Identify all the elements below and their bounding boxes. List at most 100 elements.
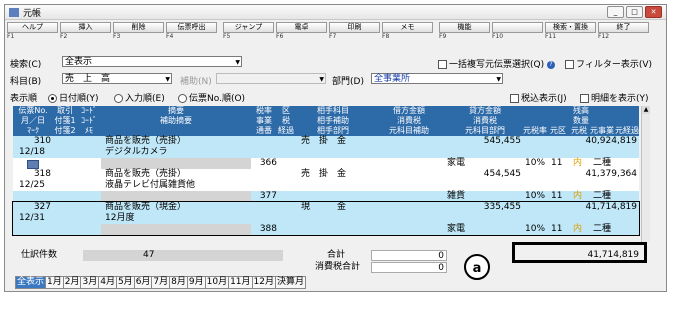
table-row-selected[interactable]: 327 商品を販売（現金） 現 金 335,455 41,714,819 12/…: [12, 201, 640, 236]
display-order-label: 表示順: [10, 94, 38, 104]
tax-included-label: 税込表示(J): [521, 94, 567, 104]
f7-print-button[interactable]: 印刷: [329, 22, 380, 33]
order-slip-radio[interactable]: 伝票No.順(O): [178, 91, 245, 104]
tab-may[interactable]: 5月: [116, 276, 135, 289]
f1-help-button[interactable]: ヘルプ: [7, 22, 58, 33]
f5-jump-button[interactable]: ジャンプ: [223, 22, 274, 33]
header-sub-summary: 補助摘要: [160, 116, 192, 125]
maximize-button[interactable]: □: [626, 6, 643, 18]
orig-tax-type: 内: [573, 158, 583, 168]
entry-date: 12/31: [19, 213, 45, 223]
header-orig-sub: 元科目補助: [389, 126, 429, 135]
grid-header: 伝票No. 取引 ｺｰﾄﾞ 摘要 税率 区 相手科目 借方金額 貸方金額 残高 …: [13, 106, 639, 136]
header-row-2: 月／日 付箋1 ｺｰﾄﾞ 補助摘要 事業 税 相手補助 消費税 消費税 数量: [13, 116, 639, 126]
header-orig-div: 元区: [550, 126, 566, 135]
department-select[interactable]: 全事業所 ▼: [371, 73, 503, 84]
filter-display-checkbox[interactable]: フィルター表示(V): [565, 57, 652, 70]
order-date-radio[interactable]: 日付順(Y): [48, 91, 99, 104]
header-debit-tax: 消費税: [397, 116, 421, 125]
ledger-grid: 伝票No. 取引 ｺｰﾄﾞ 摘要 税率 区 相手科目 借方金額 貸方金額 残高 …: [12, 106, 640, 236]
app-icon: [9, 7, 19, 17]
header-row-1: 伝票No. 取引 ｺｰﾄﾞ 摘要 税率 区 相手科目 借方金額 貸方金額 残高: [13, 106, 639, 116]
tab-jun[interactable]: 6月: [134, 276, 153, 289]
header-code2: ｺｰﾄﾞ: [81, 116, 97, 125]
window-title: 元帳: [23, 8, 42, 19]
month-tabs: 全表示 1月 2月 3月 4月 5月 6月 7月 8月 9月 10月 11月 1…: [15, 276, 306, 289]
close-button[interactable]: ✕: [645, 6, 662, 18]
order-input-radio[interactable]: 入力順(E): [114, 91, 165, 104]
header-partner-dept: 相手部門: [317, 126, 349, 135]
tab-apr[interactable]: 4月: [99, 276, 117, 289]
tab-all[interactable]: 全表示: [15, 276, 47, 289]
summary-text: 商品を販売（売掛）: [105, 136, 187, 146]
tax-total-field: 0: [371, 262, 447, 273]
header-slip-no: 伝票No.: [18, 106, 48, 115]
sub-account-label: 補助(N): [180, 77, 212, 87]
header-orig-tax: 元税: [571, 126, 587, 135]
serial-number: 388: [259, 224, 277, 234]
header-row-3: ﾏｰｸ 付箋2 ﾒﾓ 通番 経過 相手部門 元科目補助 元科目部門 元税率 元区…: [13, 126, 639, 136]
header-orig-business: 元事業: [590, 126, 614, 135]
function-key-bar: ヘルプ F1 挿入 F2 削除 F3 伝票呼出 F4 ジャンプ F5 電卓 F6 印刷 F7 …: [5, 20, 666, 40]
f6-key-label: F6: [276, 33, 284, 40]
tab-dec[interactable]: 12月: [252, 276, 276, 289]
f11-search-replace-button[interactable]: 検索・置換: [545, 22, 596, 33]
f8-memo-button[interactable]: メモ: [382, 22, 433, 33]
tab-feb[interactable]: 2月: [63, 276, 82, 289]
chevron-down-icon: ▼: [165, 76, 170, 83]
tab-closing[interactable]: 決算月: [275, 276, 306, 289]
filter-display-label: フィルター表示(V): [576, 60, 652, 70]
f3-key-label: F3: [113, 33, 121, 40]
f10-button[interactable]: [492, 22, 543, 33]
orig-department: 雑貨: [447, 191, 466, 201]
table-row[interactable]: 310 商品を販売（売掛） 売 掛 金 545,455 40,924,819 1…: [13, 136, 639, 169]
summary-gray-cell: [101, 191, 251, 202]
f9-function-button[interactable]: 機能: [439, 22, 490, 33]
show-detail-checkbox[interactable]: 明細を表示(Y): [580, 91, 649, 104]
header-partner-sub: 相手補助: [317, 116, 349, 125]
header-code: ｺｰﾄﾞ: [81, 106, 97, 115]
search-select[interactable]: 全表示 ▼: [62, 56, 242, 67]
department-label: 部門(D): [332, 77, 364, 87]
account-select[interactable]: 売 上 高 ▼: [62, 73, 172, 84]
f2-key-label: F2: [60, 33, 68, 40]
tax-included-checkbox[interactable]: 税込表示(J): [510, 91, 567, 104]
tab-jan[interactable]: 1月: [46, 276, 64, 289]
serial-number: 377: [259, 191, 277, 201]
checkbox-icon: [580, 94, 589, 103]
total-field: 0: [371, 250, 447, 261]
f2-insert-button[interactable]: 挿入: [60, 22, 111, 33]
checkbox-icon: [438, 60, 447, 69]
tab-jul[interactable]: 7月: [152, 276, 171, 289]
header-business: 事業: [256, 116, 272, 125]
memo-icon[interactable]: [27, 160, 39, 169]
show-detail-label: 明細を表示(Y): [591, 94, 649, 104]
credit-amount: 335,455: [483, 202, 521, 212]
orig-business: 二種: [593, 191, 612, 201]
tab-sep[interactable]: 9月: [187, 276, 206, 289]
header-division: 区: [282, 106, 290, 115]
bulk-copy-label: 一括複写元伝票選択(Q): [449, 60, 545, 70]
f12-exit-button[interactable]: 終了: [598, 22, 649, 33]
scroll-up-icon[interactable]: ▲: [642, 106, 650, 114]
bulk-copy-checkbox[interactable]: 一括複写元伝票選択(Q) ?: [438, 57, 555, 70]
account-label: 科目(B): [10, 77, 42, 87]
partner-account: 売 掛 金: [301, 136, 347, 146]
f4-slip-call-button[interactable]: 伝票呼出: [166, 22, 217, 33]
checkbox-icon: [510, 94, 519, 103]
f3-delete-button[interactable]: 削除: [113, 22, 164, 33]
tab-aug[interactable]: 8月: [170, 276, 188, 289]
f6-calculator-button[interactable]: 電卓: [276, 22, 327, 33]
serial-number: 366: [259, 158, 277, 168]
tab-oct[interactable]: 10月: [205, 276, 230, 289]
sub-account-select[interactable]: ▼: [216, 73, 326, 84]
entry-count-field: 47: [83, 250, 283, 261]
table-row[interactable]: 318 商品を販売（売掛） 売 掛 金 454,545 41,379,364 1…: [13, 169, 639, 202]
minimize-button[interactable]: _: [607, 6, 624, 18]
help-icon[interactable]: ?: [546, 60, 555, 69]
slip-number: 318: [33, 169, 51, 179]
vertical-scrollbar[interactable]: ▲: [641, 106, 650, 242]
f9-key-label: F9: [439, 33, 447, 40]
tab-mar[interactable]: 3月: [81, 276, 100, 289]
tab-nov[interactable]: 11月: [229, 276, 253, 289]
